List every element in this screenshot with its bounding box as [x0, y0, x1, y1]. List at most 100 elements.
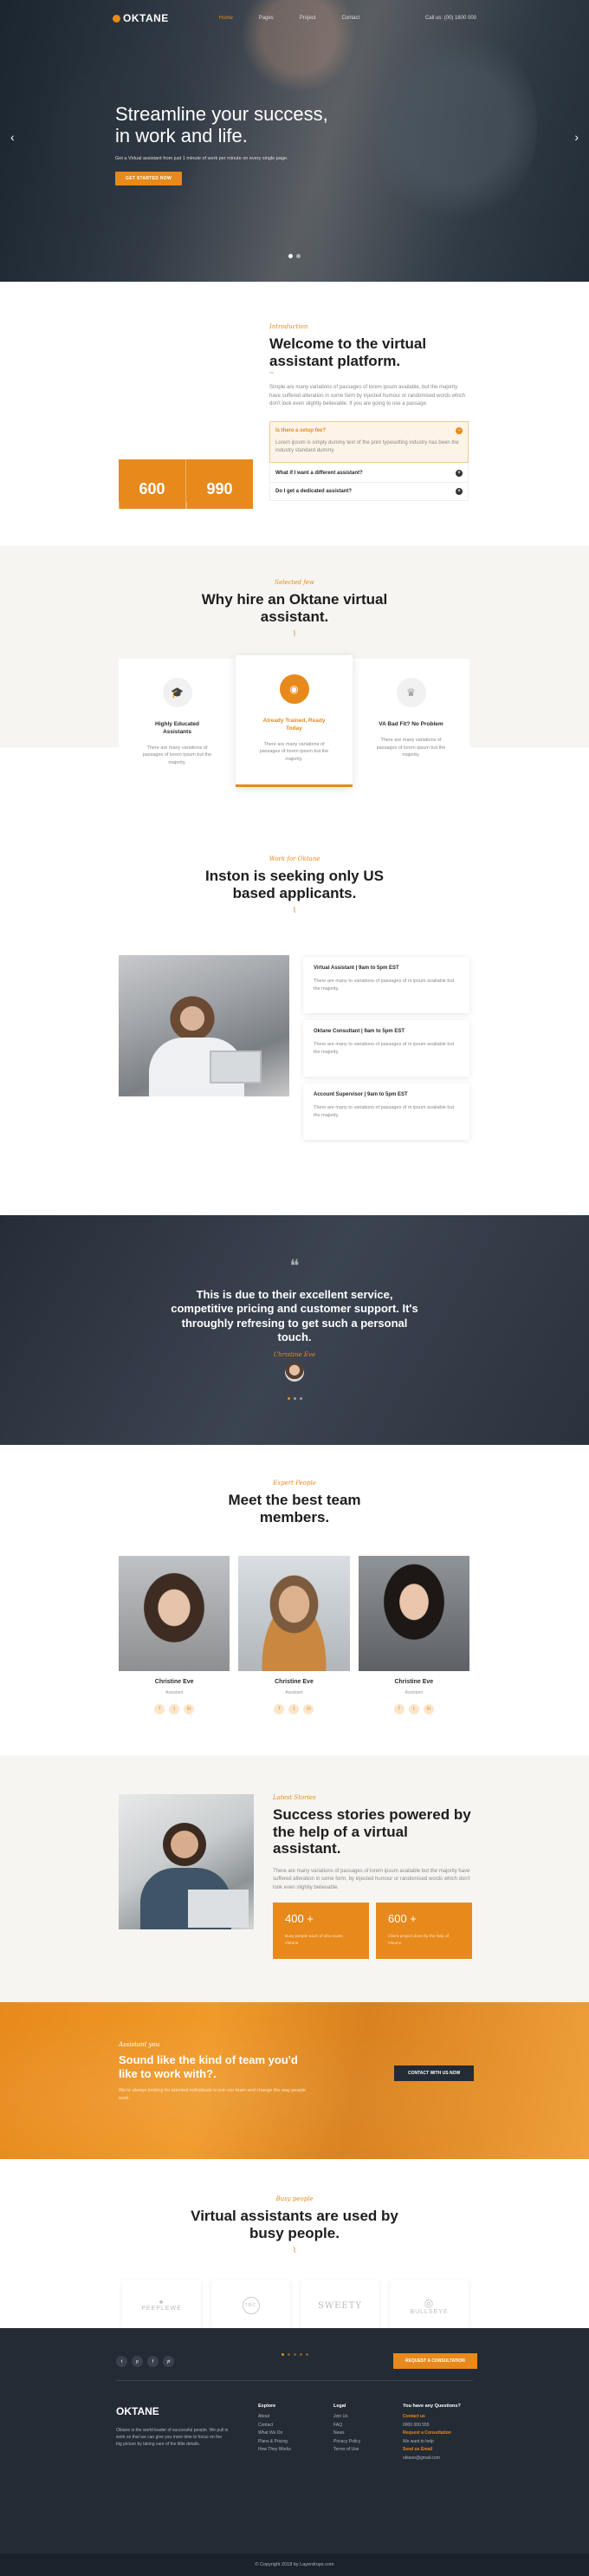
faq-question[interactable]: Do I get a dedicated assistant?	[275, 489, 352, 494]
call-center-photo	[119, 955, 289, 1096]
testimonial-dots	[0, 1389, 589, 1404]
faq-answer: Lorem ipsum is simply dummy text of the …	[275, 439, 459, 454]
feature-card: ♛ VA Bad Fit? No Problem There are many …	[353, 659, 469, 789]
success-photo	[119, 1794, 254, 1929]
footer: t p f yt REQUEST A CONSULTATION OKTANE O…	[0, 2328, 589, 2576]
job-card[interactable]: Account Supervisor | 9am to 5pm EST There…	[303, 1083, 469, 1140]
success-content: Latest Stories Success stories powered b…	[273, 1794, 472, 1960]
slider-dot[interactable]	[287, 2353, 290, 2356]
hero-title: Streamline your success, in work and lif…	[115, 103, 328, 146]
client-logo[interactable]: TBC	[211, 2280, 290, 2331]
nav-menu: Home Pages Project Contact	[219, 16, 359, 21]
logo-icon	[113, 14, 120, 23]
success-title: Success stories powered by the help of a…	[273, 1806, 471, 1857]
squiggle-icon: ⌇	[292, 629, 297, 639]
slider-dot[interactable]	[287, 1397, 290, 1400]
linkedin-icon[interactable]: in	[303, 1704, 314, 1714]
stat-happy-clients: 600 Happy Clients	[119, 459, 185, 517]
section-tag: Expert People	[273, 1480, 316, 1486]
contact-button[interactable]: CONTACT WITH US NOW	[394, 2065, 475, 2081]
facebook-icon[interactable]: f	[274, 1704, 285, 1714]
why-title: Why hire an Oktane virtual assistant.	[201, 591, 388, 625]
client-logo[interactable]: SWEETY	[301, 2280, 379, 2331]
testimonial-section: ❝ This is due to their excellent service…	[0, 1215, 589, 1445]
graduation-cap-icon: 🎓	[162, 678, 192, 707]
logo[interactable]: OKTANE	[113, 12, 169, 24]
slider-dot[interactable]	[305, 2353, 308, 2356]
section-tag: Assistant you	[119, 2041, 160, 2048]
welcome-body: Simple are many variations of passages o…	[269, 385, 466, 407]
nav-link-contact[interactable]: Contact	[342, 16, 360, 21]
slider-dot[interactable]	[293, 1397, 296, 1400]
nav-phone[interactable]: Call us: (00) 1800 000	[425, 16, 476, 21]
linkedin-icon[interactable]: in	[423, 1704, 434, 1714]
twitter-icon[interactable]: t	[169, 1704, 180, 1714]
nav-link-home[interactable]: Home	[219, 16, 233, 21]
welcome-content: Introduction Welcome to the virtual assi…	[269, 323, 469, 502]
faq-question[interactable]: Is there a setup fee?	[275, 428, 326, 433]
footer-logo[interactable]: OKTANE	[116, 2402, 229, 2422]
top-nav: OKTANE Home Pages Project Contact Call u…	[0, 7, 589, 29]
client-logo[interactable]: ◎ BULLSEYE	[390, 2280, 469, 2331]
job-card[interactable]: Oktane Consultant | 9am to 5pm EST There …	[303, 1020, 469, 1077]
team-members: Christine Eve Assistant f t in Christine E…	[119, 1556, 469, 1714]
footer-about: OKTANE Oktane is the world leader of suc…	[116, 2402, 229, 2448]
squiggle-icon: ⌇	[292, 2246, 297, 2255]
team-title: Meet the best team members.	[228, 1492, 361, 1525]
cta-section: Assistant you Sound like the kind of tea…	[0, 2002, 589, 2159]
team-section: Expert People Meet the best team members…	[0, 1445, 589, 1755]
slider-dot[interactable]	[288, 254, 293, 258]
slider-next-icon[interactable]: ›	[574, 130, 579, 144]
slider-dot[interactable]	[299, 1397, 302, 1400]
get-started-button[interactable]: GET STARTED NOW	[115, 171, 183, 185]
twitter-icon[interactable]: t	[408, 1704, 419, 1714]
client-logos: ♣ PEEPLEWE TBC SWEETY ◎ BULLSEYE	[122, 2280, 469, 2331]
linkedin-icon[interactable]: in	[184, 1704, 195, 1714]
minus-icon[interactable]: −	[456, 426, 463, 434]
nav-link-project[interactable]: Project	[300, 16, 316, 21]
plus-icon[interactable]: +	[456, 488, 463, 496]
crown-icon: ♛	[396, 678, 426, 707]
nav-link-pages[interactable]: Pages	[259, 16, 274, 21]
testimonial-author: Christine Eve	[273, 1351, 316, 1358]
member-photo	[358, 1556, 469, 1671]
hero-text: Streamline your success, in work and lif…	[115, 103, 332, 185]
tree-icon: ♣	[159, 2300, 165, 2306]
faq-item-open[interactable]: Is there a setup fee? − Lorem ipsum is si…	[269, 420, 469, 464]
footer-questions: You have any Questions? Contact us 0000 …	[403, 2404, 461, 2461]
slider-dot[interactable]	[281, 2353, 284, 2356]
testimonial-quote: This is due to their excellent service, …	[171, 1288, 418, 1343]
section-tag: Work for Oktane	[269, 855, 320, 862]
faq-question[interactable]: What if I want a different assistant?	[275, 471, 363, 476]
welcome-section: 600 Happy Clients 990 Hours Worked Introdu…	[0, 282, 589, 546]
job-list: Virtual Assistant | 9am to 5pm EST There …	[303, 957, 469, 1147]
feature-card: 🎓 Highly Educated Assistants There are m…	[119, 659, 236, 789]
plus-icon[interactable]: +	[456, 470, 463, 478]
squiggle-icon: ⌇	[292, 906, 297, 915]
squiggle-icon: ~	[269, 368, 275, 378]
slider-prev-icon[interactable]: ‹	[10, 130, 15, 144]
job-card[interactable]: Virtual Assistant | 9am to 5pm EST There …	[303, 957, 469, 1013]
section-tag: Latest Stories	[273, 1794, 316, 1801]
footer-explore: Explore About Contact What We Do Plans &…	[258, 2404, 291, 2453]
member-photo	[119, 1556, 230, 1671]
feature-card-active: ◉ Already Trained, Ready Today There are…	[236, 655, 353, 787]
client-logo[interactable]: ♣ PEEPLEWE	[122, 2280, 201, 2331]
twitter-icon[interactable]: t	[288, 1704, 300, 1714]
slider-dot[interactable]	[299, 2353, 302, 2356]
jobs-title: Inston is seeking only US based applican…	[205, 868, 384, 901]
facebook-icon[interactable]: f	[154, 1704, 165, 1714]
faq-item[interactable]: What if I want a different assistant? + D…	[269, 465, 469, 502]
section-tag: Selected few	[275, 579, 314, 586]
hero-slider-dots	[0, 247, 589, 263]
feature-cards: 🎓 Highly Educated Assistants There are m…	[119, 655, 469, 789]
clients-title: Virtual assistants are used by busy peop…	[191, 2208, 398, 2241]
cta-content: Assistant you Sound like the kind of tea…	[119, 2041, 309, 2103]
cta-title: Sound like the kind of team you'd like t…	[119, 2053, 298, 2080]
facebook-icon[interactable]: f	[393, 1704, 405, 1714]
slider-dot[interactable]	[293, 2353, 296, 2356]
footer-legal: Legal Join Us FAQ News Privacy Policy Te…	[333, 2404, 361, 2453]
section-tag: Introduction	[269, 323, 308, 330]
slider-dot[interactable]	[296, 254, 301, 258]
cta-body: We're always looking for talented indivi…	[119, 2088, 306, 2101]
